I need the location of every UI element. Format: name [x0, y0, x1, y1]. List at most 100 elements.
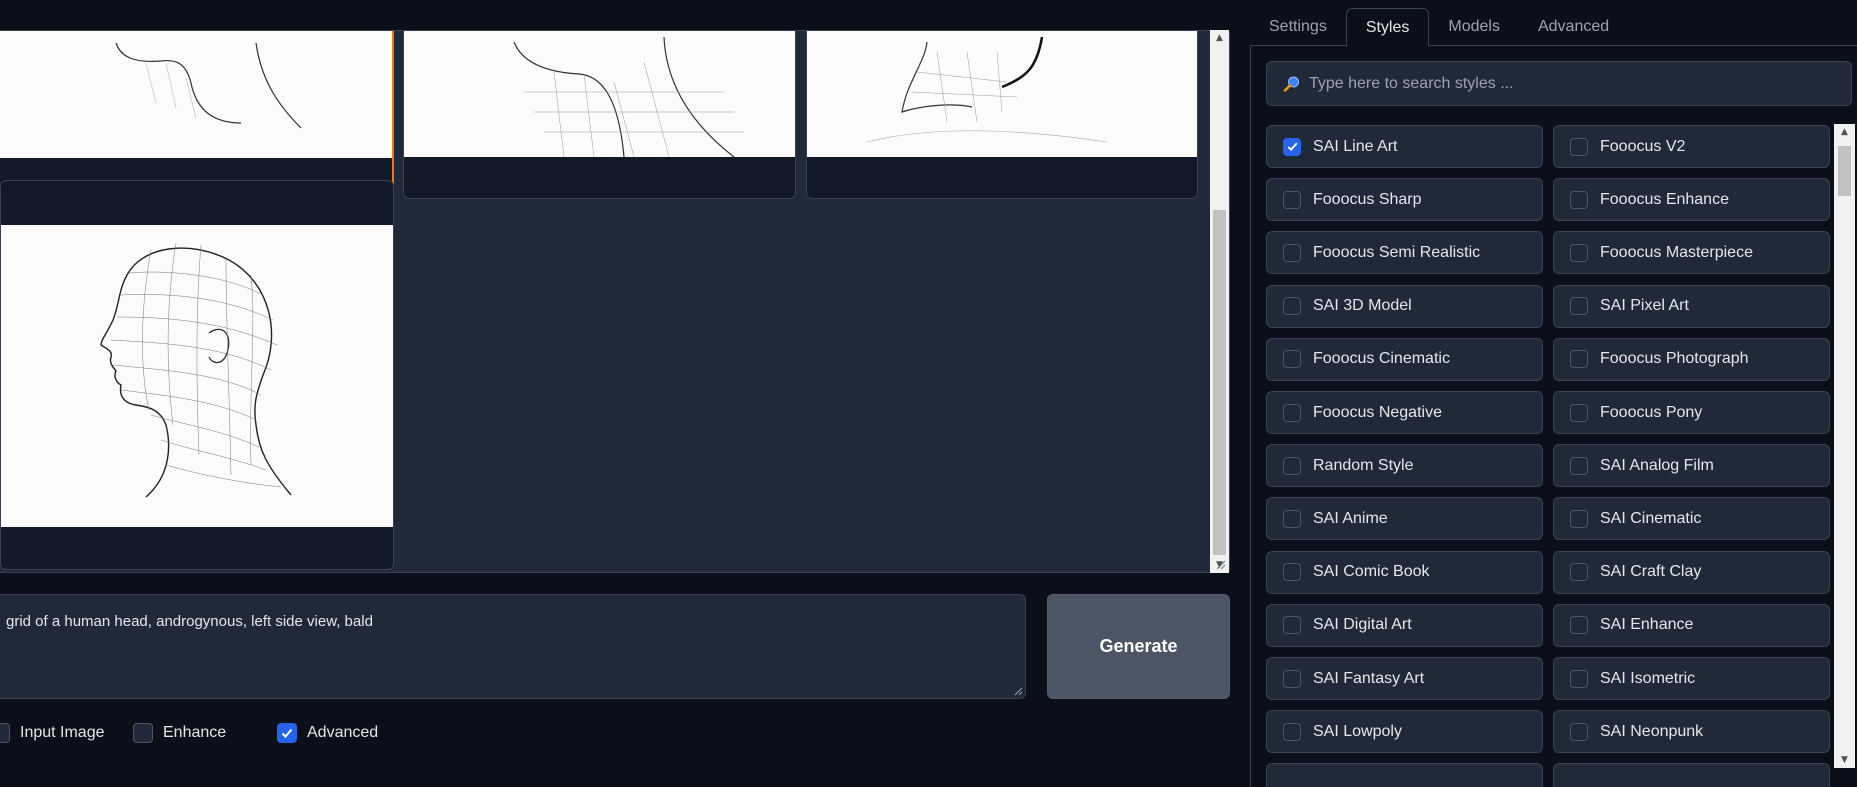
style-checkbox[interactable]	[1570, 616, 1588, 635]
scroll-up-arrow-icon[interactable]: ▲	[1210, 30, 1229, 46]
search-icon	[1283, 76, 1299, 92]
style-search-input[interactable]: Type here to search styles ...	[1266, 61, 1852, 106]
style-option[interactable]: Fooocus Photograph	[1553, 337, 1830, 381]
style-option-partial[interactable]	[1553, 763, 1830, 787]
checkmark-icon	[1287, 142, 1297, 152]
style-option[interactable]: Fooocus Enhance	[1553, 178, 1830, 222]
style-option[interactable]: SAI Neonpunk	[1553, 710, 1830, 754]
style-label: SAI Analog Film	[1600, 456, 1714, 474]
style-checkbox[interactable]	[1283, 563, 1301, 582]
style-option[interactable]: SAI Craft Clay	[1553, 550, 1830, 594]
style-option[interactable]: Fooocus Sharp	[1266, 178, 1543, 222]
style-option[interactable]: SAI Lowpoly	[1266, 710, 1543, 754]
style-option[interactable]: SAI Line Art	[1266, 125, 1543, 168]
style-option[interactable]: SAI Anime	[1266, 497, 1543, 541]
style-checkbox[interactable]	[1283, 350, 1301, 369]
style-label: Fooocus Negative	[1313, 403, 1442, 421]
gallery-image-1[interactable]	[0, 31, 394, 201]
search-placeholder: Type here to search styles ...	[1309, 74, 1514, 92]
style-label: SAI 3D Model	[1313, 297, 1412, 315]
style-checkbox[interactable]	[1283, 669, 1301, 688]
style-option[interactable]: SAI Cinematic	[1553, 497, 1830, 541]
input-image-checkbox[interactable]	[0, 723, 10, 743]
tab-styles[interactable]: Styles	[1345, 8, 1430, 46]
style-checkbox[interactable]	[1283, 190, 1301, 209]
styles-scrollbar[interactable]: ▲ ▼	[1834, 124, 1855, 768]
style-checkbox[interactable]	[1570, 243, 1588, 262]
tab-advanced[interactable]: Advanced	[1519, 8, 1628, 46]
enhance-checkbox[interactable]	[133, 723, 153, 743]
style-checkbox[interactable]	[1570, 190, 1588, 209]
advanced-label: Advanced	[307, 724, 379, 741]
style-checkbox[interactable]	[1570, 350, 1588, 369]
generate-button[interactable]: Generate	[1047, 594, 1230, 699]
style-label: SAI Anime	[1313, 509, 1388, 527]
style-label: Fooocus Semi Realistic	[1313, 243, 1481, 261]
style-checkbox[interactable]	[1283, 509, 1301, 528]
style-label: Fooocus V2	[1600, 137, 1686, 155]
tab-settings[interactable]: Settings	[1250, 8, 1346, 46]
tab-models[interactable]: Models	[1429, 8, 1519, 46]
style-option[interactable]: Fooocus Cinematic	[1266, 337, 1543, 381]
checkmark-icon	[281, 728, 293, 738]
scroll-down-arrow-icon[interactable]: ▼	[1834, 752, 1855, 768]
style-label: SAI Lowpoly	[1313, 722, 1402, 740]
style-label: SAI Comic Book	[1313, 563, 1430, 581]
style-checkbox[interactable]	[1570, 456, 1588, 475]
style-checkbox[interactable]	[1570, 722, 1588, 741]
style-checkbox[interactable]	[1570, 137, 1588, 156]
gallery-image-4[interactable]	[0, 180, 394, 570]
style-checkbox[interactable]	[1570, 669, 1588, 688]
resize-grip-icon[interactable]	[1214, 558, 1226, 570]
style-label: SAI Enhance	[1600, 616, 1694, 634]
option-input-image[interactable]: Input Image	[0, 720, 105, 746]
option-advanced[interactable]: Advanced	[277, 720, 378, 746]
style-option[interactable]: SAI Pixel Art	[1553, 284, 1830, 328]
style-checkbox[interactable]	[1283, 722, 1301, 741]
style-option[interactable]: SAI Comic Book	[1266, 550, 1543, 594]
enhance-label: Enhance	[163, 724, 227, 741]
prompt-textarea[interactable]: grid of a human head, androgynous, left …	[0, 594, 1026, 699]
style-option[interactable]: SAI Analog Film	[1553, 444, 1830, 488]
input-image-label: Input Image	[20, 724, 105, 741]
gallery-scrollbar-thumb[interactable]	[1213, 210, 1226, 555]
option-enhance[interactable]: Enhance	[133, 720, 226, 746]
gallery-image-3[interactable]	[806, 31, 1198, 199]
style-checkbox[interactable]	[1283, 297, 1301, 316]
textarea-resize-icon[interactable]	[1013, 686, 1023, 696]
scroll-up-arrow-icon[interactable]: ▲	[1834, 124, 1855, 140]
style-option-partial[interactable]	[1266, 763, 1543, 787]
gallery-image-2[interactable]	[403, 31, 796, 199]
style-label: SAI Line Art	[1313, 137, 1398, 155]
style-option[interactable]: SAI 3D Model	[1266, 284, 1543, 328]
style-checkbox[interactable]	[1570, 403, 1588, 422]
style-checkbox[interactable]	[1283, 456, 1301, 475]
style-label: SAI Pixel Art	[1600, 297, 1689, 315]
style-checkbox[interactable]	[1283, 403, 1301, 422]
gallery-scrollbar[interactable]: ▲ ▼	[1210, 30, 1229, 573]
advanced-checkbox[interactable]	[277, 723, 297, 743]
style-option[interactable]: Fooocus Semi Realistic	[1266, 231, 1543, 275]
style-checkbox[interactable]	[1570, 563, 1588, 582]
style-label: Random Style	[1313, 456, 1414, 474]
style-checkbox[interactable]	[1283, 137, 1301, 156]
style-checkbox[interactable]	[1570, 297, 1588, 316]
style-checkbox[interactable]	[1283, 616, 1301, 635]
style-option[interactable]: Random Style	[1266, 444, 1543, 488]
style-option[interactable]: Fooocus V2	[1553, 125, 1830, 168]
image-gallery	[0, 30, 1230, 573]
style-option[interactable]: Fooocus Negative	[1266, 391, 1543, 434]
styles-scrollbar-thumb[interactable]	[1838, 146, 1851, 196]
style-option[interactable]: SAI Enhance	[1553, 603, 1830, 647]
style-label: SAI Digital Art	[1313, 616, 1412, 634]
style-option[interactable]: SAI Isometric	[1553, 657, 1830, 700]
style-option[interactable]: SAI Fantasy Art	[1266, 657, 1543, 700]
style-checkbox[interactable]	[1283, 243, 1301, 262]
style-checkbox[interactable]	[1570, 509, 1588, 528]
style-option[interactable]: SAI Digital Art	[1266, 603, 1543, 647]
style-option[interactable]: Fooocus Masterpiece	[1553, 231, 1830, 275]
style-label: Fooocus Pony	[1600, 403, 1703, 421]
style-label: Fooocus Enhance	[1600, 190, 1729, 208]
style-label: Fooocus Cinematic	[1313, 350, 1450, 368]
style-option[interactable]: Fooocus Pony	[1553, 391, 1830, 434]
